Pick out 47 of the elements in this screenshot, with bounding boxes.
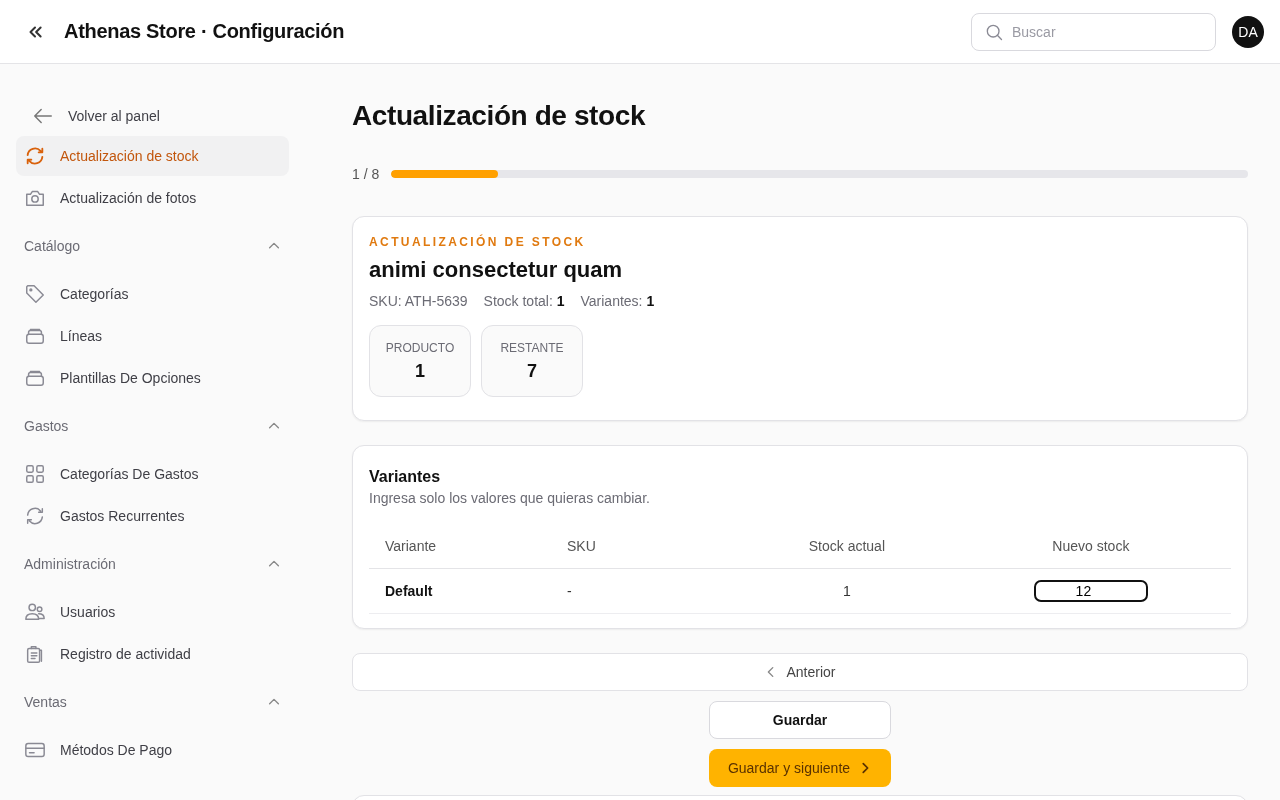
back-link[interactable]: Volver al panel xyxy=(16,96,289,136)
app-title: Athenas Store · Configuración xyxy=(64,20,345,43)
sidebar-item[interactable]: Plantillas De Opciones xyxy=(16,358,289,398)
sidebar-item[interactable]: Líneas xyxy=(16,316,289,356)
previous-button[interactable]: Anterior xyxy=(352,653,1248,691)
sidebar-item[interactable]: Actualización de fotos xyxy=(16,178,289,218)
product-meta: SKU: ATH-5639 xyxy=(369,293,468,309)
users-icon xyxy=(24,601,46,623)
table-cell: 1 xyxy=(743,568,951,614)
table-cell: - xyxy=(551,568,743,614)
table-cell: Default xyxy=(369,568,551,614)
column-header: Variante xyxy=(369,524,551,569)
save-button[interactable]: Guardar xyxy=(709,701,891,739)
column-header: Nuevo stock xyxy=(950,524,1231,569)
sidebar-item[interactable]: Métodos De Pago xyxy=(16,730,289,770)
product-meta: Stock total: 1 xyxy=(483,293,565,309)
save-next-button[interactable]: Guardar y siguiente xyxy=(709,749,891,787)
card-title: Variantes xyxy=(369,468,442,486)
section-header[interactable]: Catálogo xyxy=(16,226,289,266)
refresh-icon xyxy=(24,145,46,167)
column-header: SKU xyxy=(551,524,743,569)
refresh-icon xyxy=(24,505,46,527)
stat-label: RESTANTE xyxy=(500,340,564,355)
product-meta: Variantes: 1 xyxy=(580,293,655,309)
sidebar-item[interactable]: Gastos Recurrentes xyxy=(16,496,289,536)
section-header[interactable]: Gastos xyxy=(16,406,289,446)
section-header[interactable]: Ventas xyxy=(16,682,289,722)
sidebar-item[interactable]: Usuarios xyxy=(16,592,289,632)
stat-value: 7 xyxy=(527,360,537,382)
user-avatar[interactable]: DA xyxy=(1232,15,1264,48)
progress-label: 1 / 8 xyxy=(352,166,380,182)
page-title: Actualización de stock xyxy=(352,100,647,132)
grid-icon xyxy=(24,463,46,485)
sidebar-item[interactable]: Registro de actividad xyxy=(16,634,289,674)
card-hint: Ingresa solo los valores que quieras cambiar. xyxy=(369,490,651,506)
section-header[interactable]: Administración xyxy=(16,544,289,584)
sidebar-item[interactable]: Categorías De Gastos xyxy=(16,454,289,494)
search-field[interactable]: Buscar xyxy=(971,12,1216,51)
stat-label: PRODUCTO xyxy=(385,340,455,355)
stock-input[interactable]: 12 xyxy=(1033,580,1148,602)
tag-icon xyxy=(24,283,46,305)
sidebar-item[interactable]: Categorías xyxy=(16,274,289,314)
sidebar-item[interactable]: Actualización de stock xyxy=(16,136,289,176)
stat-value: 1 xyxy=(415,360,425,382)
product-name: animi consectetur quam xyxy=(369,257,624,283)
column-header: Stock actual xyxy=(743,524,951,569)
section-label: ACTUALIZACIÓN DE STOCK xyxy=(369,235,587,249)
